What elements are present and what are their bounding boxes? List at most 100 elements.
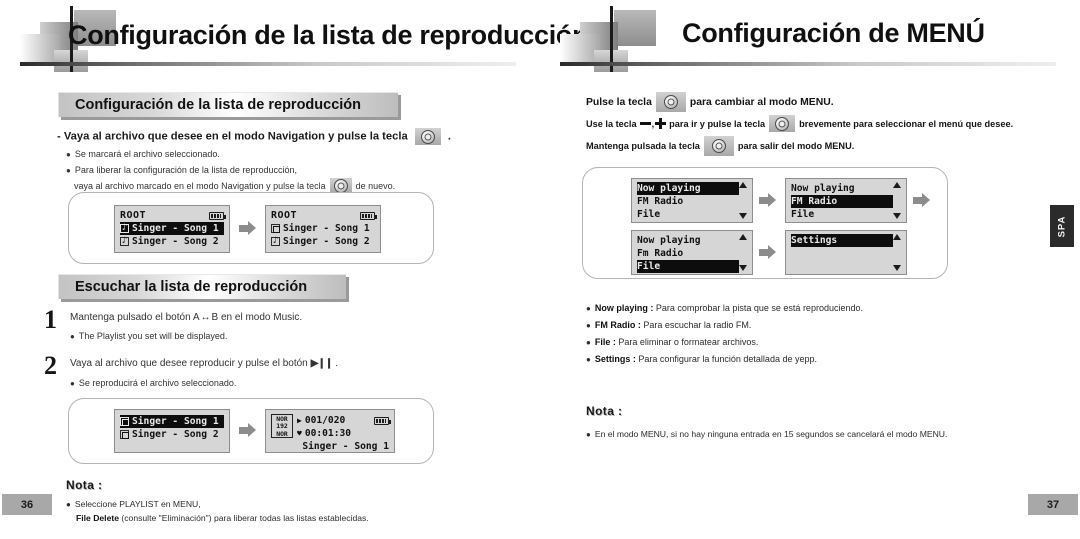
left-nota-bullet-1-line2: File Delete (consulte "Eliminación") par… (76, 512, 369, 523)
bullet-dot-icon: ● (586, 338, 591, 347)
right-nota-label: Nota : (586, 404, 623, 418)
menu-desc: Para configurar la función detallada de … (638, 354, 817, 364)
arrow-right-icon (913, 193, 930, 207)
section-heading-label: Configuración de la lista de reproducció… (75, 97, 362, 113)
music-note-icon (120, 222, 129, 234)
menu-description-item: ● FM Radio : Para escuchar la radio FM. (586, 320, 752, 330)
right-page-header: Configuración de MENÚ (540, 0, 1080, 78)
battery-icon (209, 211, 226, 220)
menu-desc: Para eliminar o formatear archivos. (618, 337, 759, 347)
triangle-up-icon (739, 182, 747, 188)
header-rule (560, 62, 1056, 66)
lcd-row-label: File (637, 261, 661, 272)
lcd-scroll-indicators (893, 182, 901, 219)
triangle-down-icon (739, 213, 747, 219)
lead-text-tail: . (447, 130, 452, 143)
lcd-row-label: Now playing (637, 183, 701, 194)
menu-desc: Para escuchar la radio FM. (643, 320, 752, 330)
minus-key-icon (639, 121, 651, 126)
section-heading-playlist-listen: Escuchar la lista de reproducción (58, 274, 346, 299)
playback-illustration: Singer - Song 1 Singer - Song 2 NOR 192 … (68, 398, 434, 464)
triangle-up-icon (893, 234, 901, 240)
navigation-key-icon (414, 128, 441, 145)
lcd-track-counter-row: ▶ 001/020 (297, 414, 391, 427)
triangle-down-icon (893, 213, 901, 219)
right-nota-body: ● En el modo MENU, si no hay ninguna entr… (586, 428, 947, 442)
bullet-dot-icon: ● (66, 150, 71, 159)
step-2-number: 2 (44, 351, 57, 380)
left-page-title: Configuración de la lista de reproducció… (68, 20, 589, 50)
lcd-row-label: Now playing (637, 235, 701, 246)
lcd-row-label: Now playing (791, 183, 855, 194)
lcd-menu-4: Settings (785, 230, 907, 275)
lcd-row (791, 260, 893, 273)
section-heading-label: Escuchar la lista de reproducción (75, 279, 308, 295)
lcd-row: Singer - Song 1 (120, 415, 224, 428)
bullet-dot-icon: ● (586, 355, 591, 364)
lcd-row: File (791, 208, 893, 221)
lead-text: - Vaya al archivo que desee en el modo N… (57, 130, 408, 143)
right-nota-bullet: ● En el modo MENU, si no hay ninguna entr… (586, 429, 948, 439)
arrow-right-icon (239, 423, 256, 437)
menu-term: Now playing (594, 303, 648, 313)
lcd-row: Settings (791, 234, 893, 247)
lcd-row-label: Settings (791, 235, 838, 246)
lcd-row-label: Fm Radio (637, 248, 684, 259)
triangle-up-icon (739, 234, 747, 240)
step-2-text: Vaya al archivo que desee reproducir y p… (70, 358, 338, 369)
navigation-key-icon (703, 136, 734, 156)
triangle-down-icon (739, 265, 747, 271)
lcd-row: Fm Radio (637, 247, 739, 260)
lcd-now-playing: NOR 192 NOR ▶ 001/020 ♥ 00:01:30 Singer … (265, 409, 395, 453)
music-note-icon (271, 235, 280, 247)
menu-descriptions: ● Now playing : Para comprobar la pista q… (586, 300, 863, 368)
left-page-header: Configuración de la lista de reproducció… (0, 0, 589, 78)
lcd-row: Now playing (637, 234, 739, 247)
lcd-row-label: Singer - Song 2 (283, 236, 370, 247)
lcd-menu-2: Now playing FM Radio File (785, 178, 907, 223)
bullet-dot-icon: ● (586, 321, 591, 330)
bullet-dot-icon: ● (70, 332, 75, 341)
lcd-title: ROOT (271, 210, 298, 221)
bullet-dot-icon: ● (66, 166, 71, 175)
lcd-row: File (637, 208, 739, 221)
lcd-row-label: File (791, 209, 815, 220)
battery-icon (360, 211, 377, 220)
menu-instruction-2: Use la tecla , para ir y pulse la tecla … (586, 115, 1013, 132)
lcd-nav-after: ROOT Singer - Song 1 Singer - Song 2 (265, 205, 381, 253)
lcd-menu-1: Now playing FM Radio File (631, 178, 753, 223)
section-heading-playlist-setup: Configuración de la lista de reproducció… (58, 92, 398, 117)
navigation-key-icon (329, 178, 352, 193)
left-page: Configuración de la lista de reproducció… (0, 0, 589, 539)
right-page-title: Configuración de MENÚ (682, 18, 985, 48)
header-logo-icon (558, 6, 666, 72)
left-nota-body: ● Seleccione PLAYLIST en MENU, File Delet… (66, 498, 369, 524)
play-pause-button-icon: ▶❙❙ (310, 358, 333, 369)
right-page-number: 37 (1028, 494, 1078, 515)
music-note-icon (120, 235, 129, 247)
menu-term: FM Radio (594, 320, 636, 330)
playlist-bullet-2-line2: vaya al archivo marcado en el modo Navig… (74, 178, 395, 193)
lcd-row: Singer - Song 2 (120, 428, 224, 441)
left-nota-label: Nota : (66, 478, 103, 492)
lcd-row-label: Singer - Song 2 (132, 236, 219, 247)
left-page-number: 36 (2, 494, 52, 515)
track-title: Singer - Song 1 (302, 441, 389, 452)
step-2-bullet: ● Se reproducirá el archivo seleccionado. (70, 378, 237, 388)
lcd-row-label: Singer - Song 1 (132, 223, 219, 234)
bullet-dot-icon: ● (66, 500, 71, 509)
bullet-dot-icon: ● (70, 379, 75, 388)
ab-repeat-arrow-icon: ↔ (200, 312, 211, 323)
lcd-row (791, 247, 893, 260)
lcd-scroll-indicators (739, 182, 747, 219)
arrow-right-icon (239, 221, 256, 235)
lcd-row: Singer - Song 2 (120, 235, 224, 248)
heart-icon: ♥ (297, 429, 302, 438)
lcd-row: FM Radio (791, 195, 893, 208)
battery-icon (374, 416, 391, 425)
manual-page-spread: Configuración de la lista de reproducció… (0, 0, 1080, 539)
triangle-up-icon (893, 182, 901, 188)
right-page: Configuración de MENÚ Pulse la tecla par… (540, 0, 1080, 539)
navigation-key-icon (655, 92, 686, 112)
lcd-title: ROOT (120, 210, 147, 221)
